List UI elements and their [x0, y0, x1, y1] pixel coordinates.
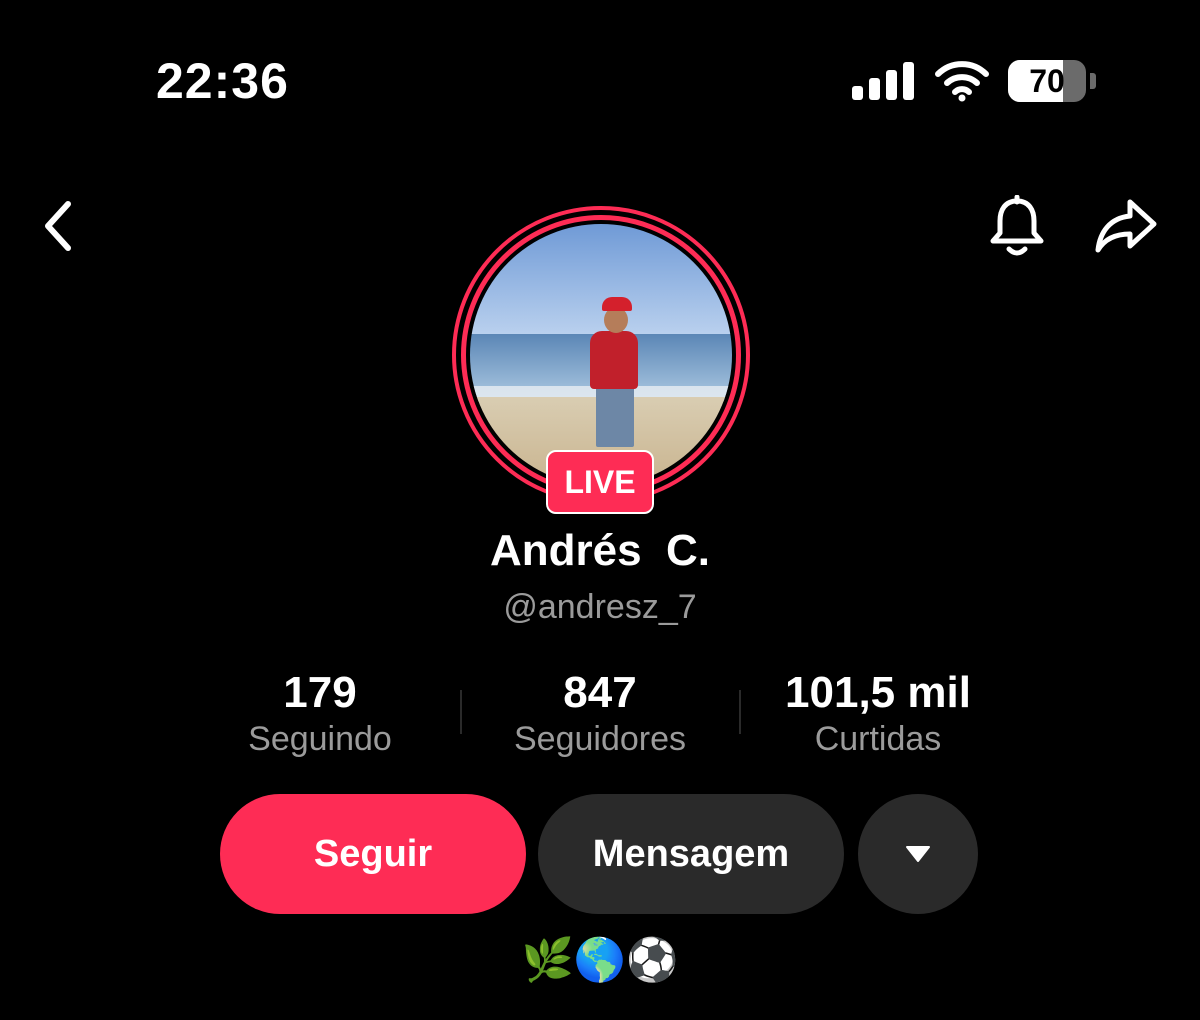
wifi-icon [934, 60, 990, 102]
caret-down-icon [906, 846, 930, 862]
stat-label: Seguindo [248, 720, 392, 758]
stat-value: 179 [283, 668, 357, 717]
cellular-signal-icon [852, 62, 914, 100]
battery-icon: 70 [1008, 60, 1096, 102]
share-button[interactable] [1090, 194, 1162, 258]
notifications-button[interactable] [984, 192, 1050, 262]
message-button[interactable]: Mensagem [538, 794, 844, 914]
status-time: 22:36 [156, 53, 289, 109]
stat-value: 847 [563, 668, 637, 717]
bio-text: 🌿🌎⚽️ [521, 936, 679, 983]
back-button[interactable] [28, 196, 88, 256]
divider [460, 690, 462, 734]
battery-percent: 70 [1029, 63, 1065, 99]
username: @andresz_7 [503, 588, 697, 626]
follow-button[interactable]: Seguir [220, 794, 526, 914]
stat-label: Curtidas [814, 720, 942, 758]
stat-likes[interactable]: 101,5 mil Curtidas [748, 668, 1008, 759]
live-badge[interactable]: LIVE [546, 450, 654, 514]
stat-followers[interactable]: 847 Seguidores [470, 668, 730, 759]
share-arrow-icon [1095, 199, 1157, 253]
more-options-button[interactable] [858, 794, 978, 914]
stat-following[interactable]: 179 Seguindo [190, 668, 450, 759]
display-name: Andrés C. [489, 526, 711, 575]
stat-value: 101,5 mil [785, 668, 971, 717]
divider [739, 690, 741, 734]
bell-icon [990, 195, 1044, 256]
chevron-left-icon [45, 201, 71, 251]
stat-label: Seguidores [513, 720, 686, 758]
profile-photo [470, 224, 732, 486]
